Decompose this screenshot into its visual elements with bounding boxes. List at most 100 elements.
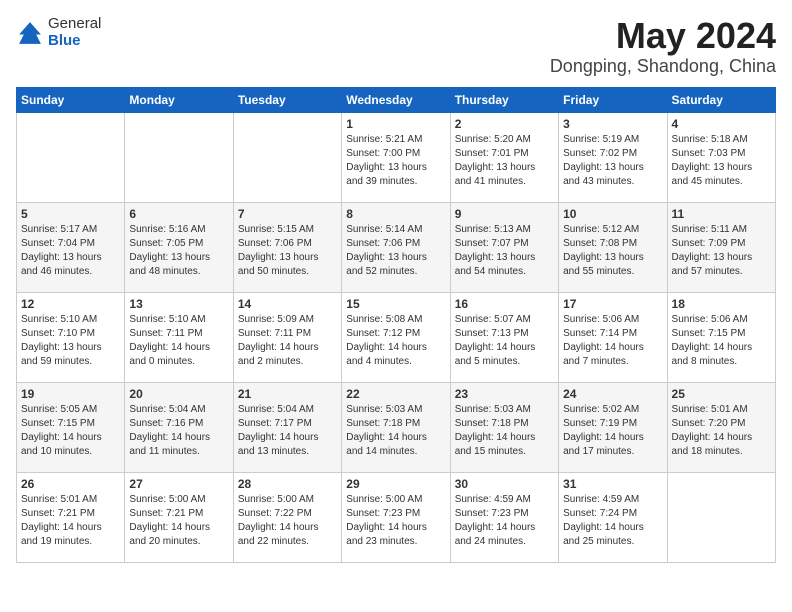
- weekday-header-sunday: Sunday: [17, 87, 125, 112]
- day-number: 13: [129, 297, 228, 311]
- weekday-header-saturday: Saturday: [667, 87, 775, 112]
- calendar-cell: 19 Sunrise: 5:05 AM Sunset: 7:15 PM Dayli…: [17, 382, 125, 472]
- day-number: 28: [238, 477, 337, 491]
- calendar-cell: 4 Sunrise: 5:18 AM Sunset: 7:03 PM Daylig…: [667, 112, 775, 202]
- day-detail: Sunrise: 5:09 AM Sunset: 7:11 PM Dayligh…: [238, 313, 337, 369]
- day-detail: Sunrise: 5:18 AM Sunset: 7:03 PM Dayligh…: [672, 133, 771, 189]
- week-row-2: 5 Sunrise: 5:17 AM Sunset: 7:04 PM Daylig…: [17, 202, 776, 292]
- calendar-cell: 23 Sunrise: 5:03 AM Sunset: 7:18 PM Dayli…: [450, 382, 558, 472]
- day-number: 15: [346, 297, 445, 311]
- day-number: 25: [672, 387, 771, 401]
- calendar-cell: 14Sunrise: 5:09 AM Sunset: 7:11 PM Dayli…: [233, 292, 341, 382]
- calendar-cell: 21 Sunrise: 5:04 AM Sunset: 7:17 PM Dayli…: [233, 382, 341, 472]
- weekday-header-friday: Friday: [559, 87, 667, 112]
- day-detail: Sunrise: 5:14 AM Sunset: 7:06 PM Dayligh…: [346, 223, 445, 279]
- calendar-cell: [125, 112, 233, 202]
- day-number: 22: [346, 387, 445, 401]
- weekday-header-tuesday: Tuesday: [233, 87, 341, 112]
- calendar-cell: 12Sunrise: 5:10 AM Sunset: 7:10 PM Dayli…: [17, 292, 125, 382]
- day-detail: Sunrise: 5:15 AM Sunset: 7:06 PM Dayligh…: [238, 223, 337, 279]
- day-detail: Sunrise: 5:11 AM Sunset: 7:09 PM Dayligh…: [672, 223, 771, 279]
- calendar-table: SundayMondayTuesdayWednesdayThursdayFrid…: [16, 87, 776, 563]
- day-detail: Sunrise: 5:02 AM Sunset: 7:19 PM Dayligh…: [563, 403, 662, 459]
- week-row-5: 26 Sunrise: 5:01 AM Sunset: 7:21 PM Dayli…: [17, 472, 776, 562]
- day-detail: Sunrise: 5:00 AM Sunset: 7:23 PM Dayligh…: [346, 493, 445, 549]
- day-detail: Sunrise: 5:12 AM Sunset: 7:08 PM Dayligh…: [563, 223, 662, 279]
- day-detail: Sunrise: 5:04 AM Sunset: 7:17 PM Dayligh…: [238, 403, 337, 459]
- day-detail: Sunrise: 5:20 AM Sunset: 7:01 PM Dayligh…: [455, 133, 554, 189]
- calendar-cell: 5 Sunrise: 5:17 AM Sunset: 7:04 PM Daylig…: [17, 202, 125, 292]
- calendar-cell: 8 Sunrise: 5:14 AM Sunset: 7:06 PM Daylig…: [342, 202, 450, 292]
- day-detail: Sunrise: 5:04 AM Sunset: 7:16 PM Dayligh…: [129, 403, 228, 459]
- calendar-cell: [17, 112, 125, 202]
- calendar-cell: 30Sunrise: 4:59 AM Sunset: 7:23 PM Dayli…: [450, 472, 558, 562]
- day-number: 16: [455, 297, 554, 311]
- day-detail: Sunrise: 5:00 AM Sunset: 7:21 PM Dayligh…: [129, 493, 228, 549]
- calendar-cell: 9 Sunrise: 5:13 AM Sunset: 7:07 PM Daylig…: [450, 202, 558, 292]
- calendar-cell: [667, 472, 775, 562]
- day-detail: Sunrise: 5:17 AM Sunset: 7:04 PM Dayligh…: [21, 223, 120, 279]
- day-detail: Sunrise: 5:01 AM Sunset: 7:21 PM Dayligh…: [21, 493, 120, 549]
- day-number: 8: [346, 207, 445, 221]
- day-number: 3: [563, 117, 662, 131]
- day-number: 18: [672, 297, 771, 311]
- day-detail: Sunrise: 5:00 AM Sunset: 7:22 PM Dayligh…: [238, 493, 337, 549]
- calendar-cell: 11 Sunrise: 5:11 AM Sunset: 7:09 PM Dayli…: [667, 202, 775, 292]
- day-number: 26: [21, 477, 120, 491]
- calendar-cell: 17Sunrise: 5:06 AM Sunset: 7:14 PM Dayli…: [559, 292, 667, 382]
- day-detail: Sunrise: 5:21 AM Sunset: 7:00 PM Dayligh…: [346, 133, 445, 189]
- day-detail: Sunrise: 5:03 AM Sunset: 7:18 PM Dayligh…: [346, 403, 445, 459]
- day-detail: Sunrise: 5:19 AM Sunset: 7:02 PM Dayligh…: [563, 133, 662, 189]
- calendar-cell: 16 Sunrise: 5:07 AM Sunset: 7:13 PM Dayli…: [450, 292, 558, 382]
- day-number: 6: [129, 207, 228, 221]
- calendar-cell: 15 Sunrise: 5:08 AM Sunset: 7:12 PM Dayli…: [342, 292, 450, 382]
- day-number: 1: [346, 117, 445, 131]
- calendar-cell: 6Sunrise: 5:16 AM Sunset: 7:05 PM Daylig…: [125, 202, 233, 292]
- calendar-cell: 3 Sunrise: 5:19 AM Sunset: 7:02 PM Daylig…: [559, 112, 667, 202]
- calendar-cell: 31 Sunrise: 4:59 AM Sunset: 7:24 PM Dayli…: [559, 472, 667, 562]
- day-detail: Sunrise: 5:13 AM Sunset: 7:07 PM Dayligh…: [455, 223, 554, 279]
- calendar-cell: 29Sunrise: 5:00 AM Sunset: 7:23 PM Dayli…: [342, 472, 450, 562]
- day-detail: Sunrise: 5:06 AM Sunset: 7:14 PM Dayligh…: [563, 313, 662, 369]
- day-detail: Sunrise: 5:10 AM Sunset: 7:11 PM Dayligh…: [129, 313, 228, 369]
- day-number: 20: [129, 387, 228, 401]
- day-number: 24: [563, 387, 662, 401]
- calendar-cell: 27 Sunrise: 5:00 AM Sunset: 7:21 PM Dayli…: [125, 472, 233, 562]
- day-number: 19: [21, 387, 120, 401]
- day-number: 4: [672, 117, 771, 131]
- calendar-cell: 7 Sunrise: 5:15 AM Sunset: 7:06 PM Daylig…: [233, 202, 341, 292]
- day-number: 31: [563, 477, 662, 491]
- day-detail: Sunrise: 5:10 AM Sunset: 7:10 PM Dayligh…: [21, 313, 120, 369]
- day-number: 11: [672, 207, 771, 221]
- day-number: 5: [21, 207, 120, 221]
- day-detail: Sunrise: 5:05 AM Sunset: 7:15 PM Dayligh…: [21, 403, 120, 459]
- day-number: 10: [563, 207, 662, 221]
- day-number: 23: [455, 387, 554, 401]
- calendar-cell: 28 Sunrise: 5:00 AM Sunset: 7:22 PM Dayli…: [233, 472, 341, 562]
- day-detail: Sunrise: 5:07 AM Sunset: 7:13 PM Dayligh…: [455, 313, 554, 369]
- weekday-header-row: SundayMondayTuesdayWednesdayThursdayFrid…: [17, 87, 776, 112]
- day-number: 21: [238, 387, 337, 401]
- day-number: 7: [238, 207, 337, 221]
- day-number: 27: [129, 477, 228, 491]
- day-detail: Sunrise: 5:03 AM Sunset: 7:18 PM Dayligh…: [455, 403, 554, 459]
- day-detail: Sunrise: 4:59 AM Sunset: 7:24 PM Dayligh…: [563, 493, 662, 549]
- calendar-cell: 25Sunrise: 5:01 AM Sunset: 7:20 PM Dayli…: [667, 382, 775, 472]
- logo-text: General Blue: [48, 16, 101, 49]
- title-area: May 2024 Dongping, Shandong, China: [550, 16, 776, 77]
- calendar-cell: 26 Sunrise: 5:01 AM Sunset: 7:21 PM Dayli…: [17, 472, 125, 562]
- logo-general-text: General: [48, 16, 101, 33]
- logo: General Blue: [16, 16, 101, 49]
- calendar-cell: 13 Sunrise: 5:10 AM Sunset: 7:11 PM Dayli…: [125, 292, 233, 382]
- week-row-4: 19 Sunrise: 5:05 AM Sunset: 7:15 PM Dayli…: [17, 382, 776, 472]
- subtitle: Dongping, Shandong, China: [550, 56, 776, 77]
- logo-icon: [16, 19, 44, 47]
- day-number: 9: [455, 207, 554, 221]
- day-detail: Sunrise: 4:59 AM Sunset: 7:23 PM Dayligh…: [455, 493, 554, 549]
- calendar-cell: 18Sunrise: 5:06 AM Sunset: 7:15 PM Dayli…: [667, 292, 775, 382]
- calendar-cell: [233, 112, 341, 202]
- day-detail: Sunrise: 5:08 AM Sunset: 7:12 PM Dayligh…: [346, 313, 445, 369]
- main-title: May 2024: [550, 16, 776, 56]
- week-row-1: 1 Sunrise: 5:21 AM Sunset: 7:00 PM Daylig…: [17, 112, 776, 202]
- calendar-cell: 1 Sunrise: 5:21 AM Sunset: 7:00 PM Daylig…: [342, 112, 450, 202]
